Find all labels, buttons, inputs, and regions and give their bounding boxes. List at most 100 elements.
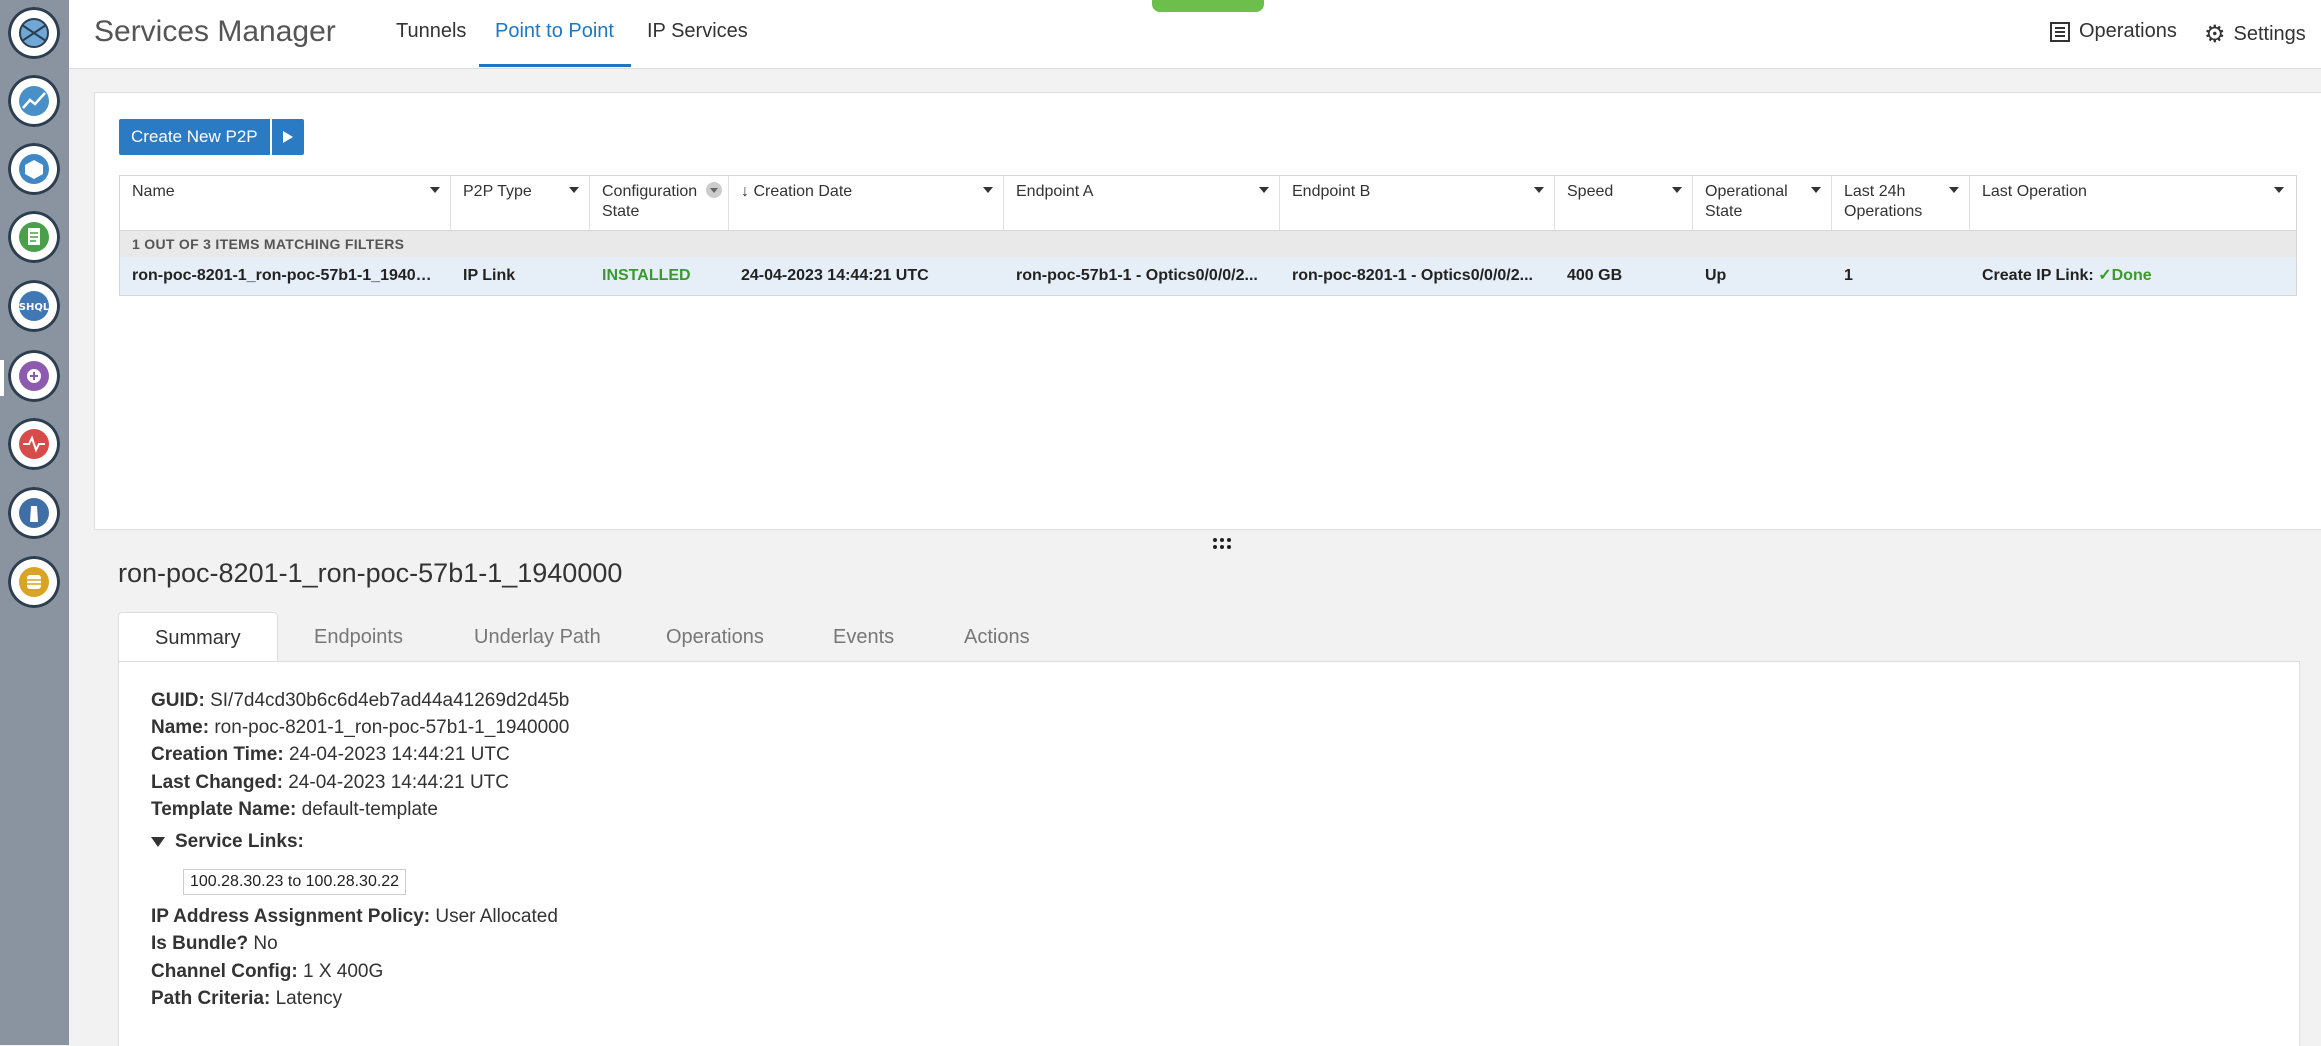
changed-value: 24-04-2023 14:44:21 UTC xyxy=(288,772,509,793)
filter-icon[interactable] xyxy=(706,182,722,198)
cell-type[interactable]: IP Link xyxy=(451,257,590,295)
summary-panel: GUID: SI/7d4cd30b6c6d4eb7ad44a41269d2d45… xyxy=(118,661,2300,1046)
lighthouse-icon[interactable] xyxy=(8,487,60,539)
cube-icon[interactable] xyxy=(8,143,60,195)
detail-tabs: Summary Endpoints Underlay Path Operatio… xyxy=(118,612,2298,663)
filter-count: 1 OUT OF 3 ITEMS MATCHING FILTERS xyxy=(120,231,2296,257)
col-last-operation[interactable]: Last Operation xyxy=(1970,176,2294,230)
tab-endpoints[interactable]: Endpoints xyxy=(278,612,439,662)
last-op-status: ✓Done xyxy=(2098,267,2152,284)
ip-policy-value: User Allocated xyxy=(435,906,558,927)
settings-button[interactable]: ⚙ Settings xyxy=(2204,20,2306,49)
app-title: Services Manager xyxy=(94,15,336,48)
col-p2p-type[interactable]: P2P Type xyxy=(451,176,590,230)
col-operational-state[interactable]: Operational State xyxy=(1693,176,1832,230)
template-value: default-template xyxy=(301,799,438,820)
analytics-chart-icon[interactable] xyxy=(8,75,60,127)
channel-config-row: Channel Config: 1 X 400G xyxy=(151,961,383,983)
service-manager-icon[interactable] xyxy=(8,350,60,402)
caret-down-icon[interactable] xyxy=(430,187,440,193)
caret-down-icon[interactable] xyxy=(983,187,993,193)
top-bar: Services Manager Tunnels Point to Point … xyxy=(69,0,2321,69)
service-links-toggle[interactable]: Service Links: xyxy=(151,831,304,853)
triangle-down-icon[interactable] xyxy=(151,836,165,847)
creation-value: 24-04-2023 14:44:21 UTC xyxy=(288,744,510,765)
shql-query-icon[interactable]: SHQL xyxy=(8,280,60,332)
caret-down-icon[interactable] xyxy=(1534,187,1544,193)
col-creation-date[interactable]: ↓ Creation Date xyxy=(729,176,1004,230)
tab-ip-services[interactable]: IP Services xyxy=(647,20,748,43)
caret-down-icon[interactable] xyxy=(1811,187,1821,193)
gear-icon: ⚙ xyxy=(2204,21,2226,48)
col-config-state[interactable]: Configuration State xyxy=(590,176,729,230)
creation-label: Creation Time: xyxy=(151,744,284,765)
globe-logo-icon[interactable] xyxy=(8,7,60,59)
cell-last-operation[interactable]: Create IP Link: ✓Done xyxy=(1970,257,2294,295)
tab-events[interactable]: Events xyxy=(797,612,930,662)
table-header: Name P2P Type Configuration State ↓ Crea… xyxy=(120,176,2296,231)
col-endpoint-b-label: Endpoint B xyxy=(1292,183,1371,200)
cell-endpoint-b[interactable]: ron-poc-8201-1 - Optics0/0/0/2... xyxy=(1280,257,1555,295)
path-label: Path Criteria: xyxy=(151,988,271,1009)
tab-tunnels[interactable]: Tunnels xyxy=(396,20,466,43)
cell-name[interactable]: ron-poc-8201-1_ron-poc-57b1-1_1940000 xyxy=(120,257,451,295)
rail-active-indicator xyxy=(0,360,4,396)
caret-down-icon[interactable] xyxy=(569,187,579,193)
create-new-p2p-label[interactable]: Create New P2P xyxy=(119,119,270,155)
ip-policy-row: IP Address Assignment Policy: User Alloc… xyxy=(151,906,558,928)
list-icon xyxy=(2050,21,2070,42)
template-name-row: Template Name: default-template xyxy=(151,799,438,821)
col-speed-label: Speed xyxy=(1567,183,1614,200)
bundle-value: No xyxy=(253,933,278,954)
document-icon[interactable] xyxy=(8,211,60,263)
services-table: Name P2P Type Configuration State ↓ Crea… xyxy=(119,175,2297,296)
col-speed[interactable]: Speed xyxy=(1555,176,1693,230)
tab-actions[interactable]: Actions xyxy=(928,612,1066,662)
status-pill[interactable] xyxy=(1152,0,1264,12)
create-new-p2p-button[interactable]: Create New P2P xyxy=(119,119,304,155)
guid-row: GUID: SI/7d4cd30b6c6d4eb7ad44a41269d2d45… xyxy=(151,690,569,712)
channel-label: Channel Config: xyxy=(151,961,298,982)
path-criteria-row: Path Criteria: Latency xyxy=(151,988,342,1010)
app-rail: SHQL xyxy=(0,0,69,1045)
services-list-panel: Create New P2P Name P2P Type Configurati… xyxy=(94,92,2321,530)
col-date-label: Creation Date xyxy=(753,183,853,200)
col-name[interactable]: Name xyxy=(120,176,451,230)
col-type-label: P2P Type xyxy=(463,183,532,200)
table-row[interactable]: ron-poc-8201-1_ron-poc-57b1-1_1940000 IP… xyxy=(120,257,2296,295)
caret-down-icon[interactable] xyxy=(1672,187,1682,193)
path-value: Latency xyxy=(275,988,343,1009)
cell-speed[interactable]: 400 GB xyxy=(1555,257,1693,295)
bundle-label: Is Bundle? xyxy=(151,933,249,954)
service-link-item[interactable]: 100.28.30.23 to 100.28.30.22 xyxy=(183,869,407,895)
operations-label: Operations xyxy=(2079,20,2177,42)
guid-value: SI/7d4cd30b6c6d4eb7ad44a41269d2d45b xyxy=(210,690,570,711)
template-label: Template Name: xyxy=(151,799,297,820)
tab-point-to-point[interactable]: Point to Point xyxy=(495,20,614,43)
tab-summary[interactable]: Summary xyxy=(118,612,278,663)
health-monitor-icon[interactable] xyxy=(8,418,60,470)
col-last-op-label: Last Operation xyxy=(1982,183,2087,200)
cell-creation-date[interactable]: 24-04-2023 14:44:21 UTC xyxy=(729,257,1004,295)
cell-last24[interactable]: 1 xyxy=(1832,257,1970,295)
cell-op-state[interactable]: Up xyxy=(1693,257,1832,295)
tab-underlay-path[interactable]: Underlay Path xyxy=(438,612,637,662)
cell-config-state[interactable]: INSTALLED xyxy=(590,257,729,295)
tab-operations[interactable]: Operations xyxy=(630,612,800,662)
col-endpoint-a[interactable]: Endpoint A xyxy=(1004,176,1280,230)
name-label: Name: xyxy=(151,717,210,738)
play-icon[interactable] xyxy=(271,119,304,155)
col-config-label: Configuration State xyxy=(602,183,698,220)
col-last-24h[interactable]: Last 24h Operations xyxy=(1832,176,1970,230)
cell-endpoint-a[interactable]: ron-poc-57b1-1 - Optics0/0/0/2... xyxy=(1004,257,1280,295)
col-endpoint-a-label: Endpoint A xyxy=(1016,183,1094,200)
is-bundle-row: Is Bundle? No xyxy=(151,933,278,955)
caret-down-icon[interactable] xyxy=(1259,187,1269,193)
col-op-state-label: Operational State xyxy=(1705,183,1788,220)
caret-down-icon[interactable] xyxy=(1949,187,1959,193)
operations-button[interactable]: Operations xyxy=(2049,20,2177,43)
creation-time-row: Creation Time: 24-04-2023 14:44:21 UTC xyxy=(151,744,510,766)
col-endpoint-b[interactable]: Endpoint B xyxy=(1280,176,1555,230)
caret-down-icon[interactable] xyxy=(2274,187,2284,193)
database-icon[interactable] xyxy=(8,556,60,608)
